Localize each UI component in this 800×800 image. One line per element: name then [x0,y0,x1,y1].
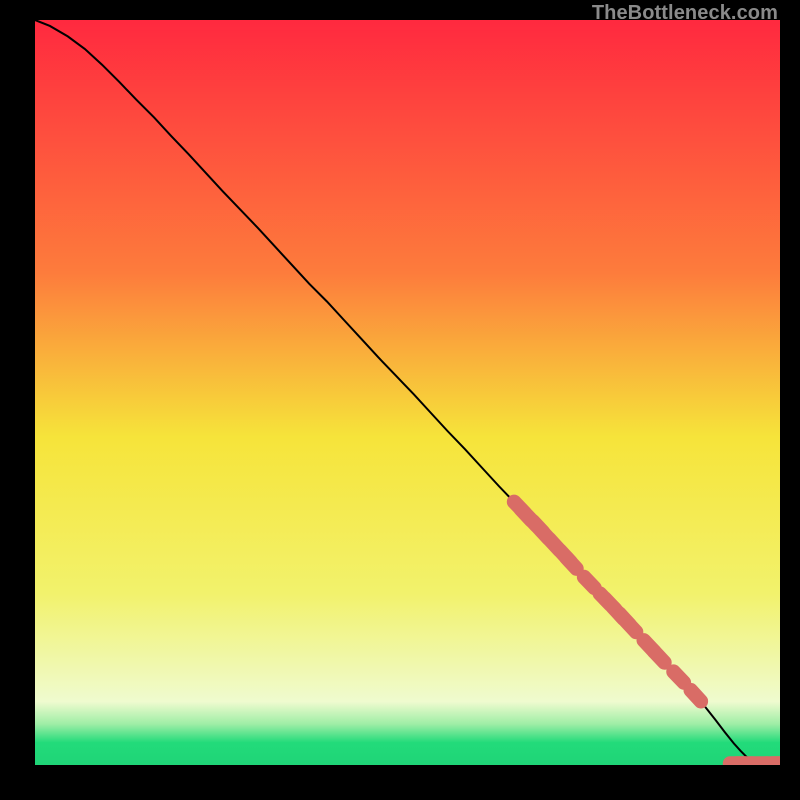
watermark-text: TheBottleneck.com [592,2,778,25]
data-marker [626,621,636,632]
data-marker [584,577,594,588]
data-marker [673,672,683,683]
chart-stage: TheBottleneck.com [0,0,800,800]
data-marker [566,558,576,569]
gradient-background [35,20,780,765]
data-marker [654,652,664,663]
data-marker [691,690,701,701]
plot-area [35,20,780,765]
chart-svg [35,20,780,765]
